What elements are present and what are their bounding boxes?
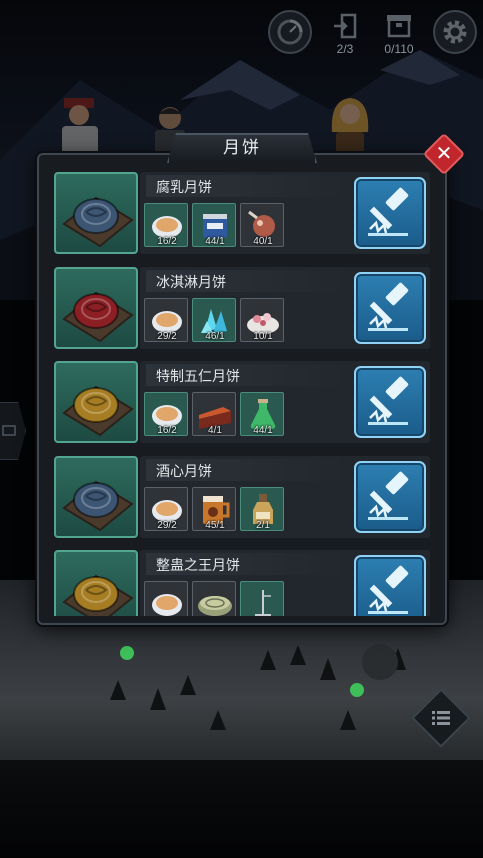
material-slot[interactable]: 4/1 (192, 392, 236, 436)
material-slot[interactable] (192, 581, 236, 616)
mooncake-portrait[interactable] (54, 361, 138, 443)
settings-button[interactable] (433, 10, 477, 54)
material-slot[interactable] (240, 581, 284, 616)
pancake-icon (152, 594, 182, 616)
map-marker-green[interactable] (350, 683, 364, 697)
timer-icon (277, 19, 303, 45)
material-slot[interactable]: 40/1 (240, 203, 284, 247)
material-count: 4/1 (208, 425, 222, 436)
material-count: 44/1 (253, 425, 273, 436)
craft-button[interactable] (354, 555, 426, 616)
mooncake-on-plate-icon (62, 574, 134, 616)
storage-counter[interactable]: 0/110 (377, 12, 421, 56)
recipe-row[interactable]: 酒心月饼 29/2 45/1 2/1 (48, 454, 436, 540)
material-slot[interactable]: 29/2 (144, 486, 188, 531)
material-count: 29/2 (157, 330, 177, 342)
forge-hammer-icon (368, 565, 409, 614)
storage-box-icon (387, 15, 411, 38)
timer-button[interactable] (268, 10, 312, 54)
mooncake-portrait[interactable] (54, 172, 138, 254)
list-menu-icon (432, 711, 450, 725)
material-count: 46/1 (205, 330, 225, 342)
material-slot[interactable]: 10/1 (240, 297, 284, 342)
chat-icon (2, 425, 16, 436)
craft-button[interactable] (354, 460, 426, 533)
material-count: 29/2 (157, 519, 177, 531)
recipe-name: 冰淇淋月饼 (156, 274, 226, 291)
dismantle-counter[interactable]: 2/3 (323, 12, 367, 56)
recipe-row[interactable]: 冰淇淋月饼 29/2 46/1 10/1 (48, 265, 436, 351)
material-count: 16/2 (157, 236, 177, 247)
recipe-row[interactable]: 整蛊之王月饼 (48, 548, 436, 616)
antenna-icon (255, 590, 271, 616)
craft-button[interactable] (354, 271, 426, 344)
close-icon[interactable]: ✕ (429, 139, 459, 169)
material-count: 44/1 (205, 236, 225, 247)
mooncake-portrait[interactable] (54, 266, 138, 349)
material-count: 10/1 (253, 330, 273, 342)
material-slot[interactable]: 16/2 (144, 392, 188, 436)
storage-count-label: 0/110 (384, 42, 414, 56)
recipe-row[interactable]: 特制五仁月饼 16/2 4/1 44/1 (48, 359, 436, 445)
forge-hammer-icon (368, 471, 409, 520)
material-slot[interactable]: 44/1 (240, 392, 284, 436)
material-count: 45/1 (205, 519, 225, 531)
mooncake-on-plate-icon (62, 196, 134, 248)
material-count: 40/1 (253, 236, 273, 247)
recipe-name: 整蛊之王月饼 (156, 558, 240, 574)
recipe-name: 特制五仁月饼 (156, 369, 240, 385)
mooncake-portrait[interactable] (54, 550, 138, 616)
recipe-name: 腐乳月饼 (156, 180, 212, 196)
material-slot[interactable]: 16/2 (144, 203, 188, 247)
material-slot[interactable]: 44/1 (192, 203, 236, 247)
material-slot[interactable]: 29/2 (144, 297, 188, 342)
mooncake-portrait[interactable] (54, 455, 138, 538)
material-slot[interactable]: 45/1 (192, 486, 236, 531)
mooncake-on-plate-icon (62, 385, 134, 437)
recipe-row[interactable]: 腐乳月饼 16/2 44/1 40/1 (48, 170, 436, 256)
exit-door-icon (334, 13, 357, 39)
panel-title: 月饼 (167, 133, 317, 163)
forge-hammer-icon (368, 187, 409, 236)
recipe-name: 酒心月饼 (156, 463, 212, 480)
mooncake-on-plate-icon (62, 480, 134, 531)
craft-button[interactable] (354, 366, 426, 438)
map-marker-green[interactable] (120, 646, 134, 660)
forge-hammer-icon (368, 282, 409, 331)
material-count: 16/2 (157, 425, 177, 436)
craft-button[interactable] (354, 177, 426, 249)
mooncake-on-plate-icon (62, 291, 134, 342)
material-slot[interactable] (144, 581, 188, 616)
material-slot[interactable]: 2/1 (240, 486, 284, 531)
settings-gear-icon (443, 20, 467, 44)
forge-hammer-icon (368, 376, 409, 425)
material-count: 2/1 (256, 519, 270, 531)
material-slot[interactable]: 46/1 (192, 297, 236, 342)
round-box-icon (198, 596, 232, 616)
recipe-list[interactable]: 腐乳月饼 16/2 44/1 40/1 冰淇淋月饼 29/2 46/1 10/1 特制五仁月饼 1… (48, 170, 436, 616)
